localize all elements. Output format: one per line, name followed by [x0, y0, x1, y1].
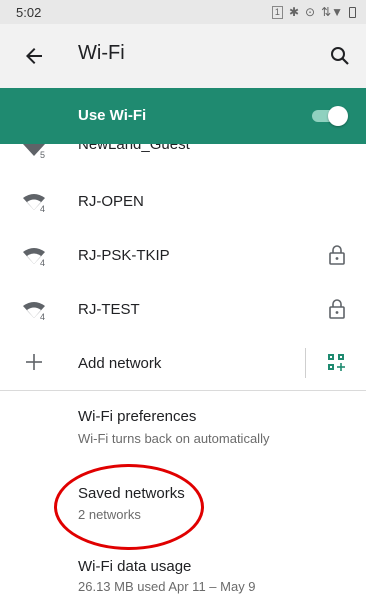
band-label: 4 — [40, 258, 46, 268]
sim-icon: 1 — [271, 5, 283, 19]
wifi-status-icon: ⇅▼ — [321, 5, 343, 19]
wifi-data-usage-item[interactable]: Wi-Fi data usage 26.13 MB used Apr 11 – … — [0, 544, 366, 604]
preference-subtitle: Wi-Fi turns back on automatically — [78, 431, 270, 446]
arrow-back-icon[interactable] — [22, 44, 46, 68]
use-wifi-toggle[interactable] — [312, 106, 348, 126]
preference-subtitle: 26.13 MB used Apr 11 – May 9 — [78, 579, 256, 594]
band-label: 4 — [40, 204, 46, 214]
wifi-preferences-item[interactable]: Wi-Fi preferences Wi-Fi turns back on au… — [0, 394, 366, 464]
preference-title: Wi-Fi data usage — [78, 558, 192, 575]
vertical-divider — [305, 348, 306, 378]
status-bar: 5:02 1 ✱ ⊙ ⇅▼ — [0, 0, 366, 24]
location-icon: ⊙ — [305, 5, 316, 19]
toggle-thumb — [328, 106, 348, 126]
add-network-label: Add network — [78, 355, 162, 372]
qr-code-scan-icon[interactable] — [326, 352, 346, 372]
page-title: Wi-Fi — [78, 42, 125, 64]
status-time: 5:02 — [16, 4, 42, 20]
lock-icon — [329, 299, 345, 319]
plus-icon — [26, 354, 42, 370]
network-ssid: RJ-OPEN — [78, 193, 144, 210]
preference-title: Wi-Fi preferences — [78, 408, 197, 425]
bluetooth-icon: ✱ — [288, 5, 299, 19]
status-icons: 1 ✱ ⊙ ⇅▼ — [271, 5, 356, 19]
search-icon[interactable] — [328, 44, 352, 68]
highlight-annotation — [54, 464, 204, 550]
network-row[interactable]: 4 RJ-PSK-TKIP — [0, 230, 366, 282]
network-ssid: RJ-PSK-TKIP — [78, 247, 170, 264]
section-divider — [0, 390, 366, 391]
network-row[interactable]: 4 RJ-OPEN — [0, 176, 366, 228]
add-network-row[interactable]: Add network — [0, 338, 366, 390]
network-ssid: RJ-TEST — [78, 301, 140, 318]
network-row[interactable]: 5 NewLand_Guest — [0, 144, 366, 170]
use-wifi-label: Use Wi-Fi — [78, 107, 147, 124]
battery-icon — [349, 6, 356, 18]
band-label: 5 — [40, 150, 46, 160]
app-bar: Wi-Fi — [0, 24, 366, 88]
band-label: 4 — [40, 312, 46, 322]
network-ssid: NewLand_Guest — [78, 144, 190, 153]
lock-icon — [329, 245, 345, 265]
use-wifi-row[interactable]: Use Wi-Fi — [0, 88, 366, 144]
network-row[interactable]: 4 RJ-TEST — [0, 284, 366, 336]
